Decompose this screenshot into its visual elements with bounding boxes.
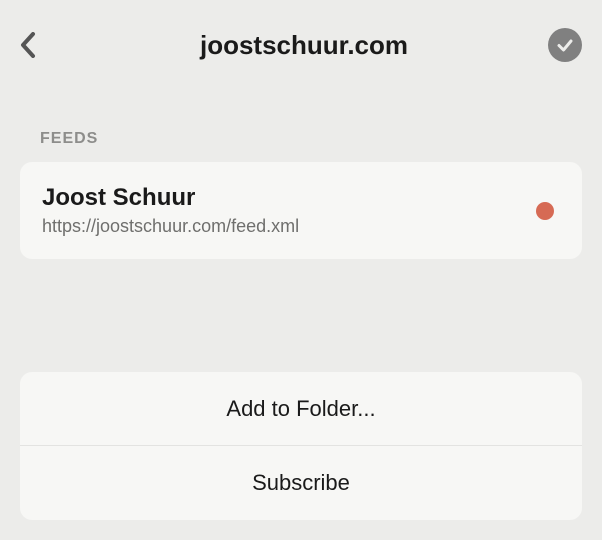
back-button[interactable] [20,25,60,65]
feed-title: Joost Schuur [42,184,299,212]
check-icon [555,35,575,55]
feed-item[interactable]: Joost Schuur https://joostschuur.com/fee… [20,162,582,259]
feed-status-indicator [536,202,554,220]
chevron-left-icon [20,32,36,58]
feed-url: https://joostschuur.com/feed.xml [42,216,299,237]
add-to-folder-button[interactable]: Add to Folder... [20,372,582,446]
header: joostschuur.com [0,0,602,70]
actions: Add to Folder... Subscribe [20,372,582,520]
page-title: joostschuur.com [60,30,548,61]
feed-text: Joost Schuur https://joostschuur.com/fee… [42,184,299,237]
subscribe-button[interactable]: Subscribe [20,446,582,520]
confirm-button[interactable] [548,28,582,62]
feeds-section-label: FEEDS [0,70,602,162]
